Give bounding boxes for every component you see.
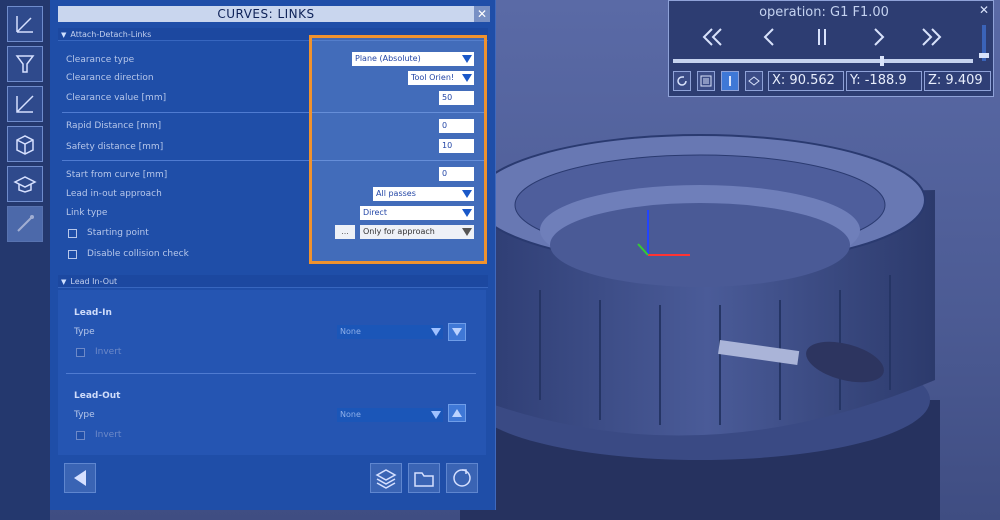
link-type-label: Link type <box>66 208 108 218</box>
rewind-icon[interactable] <box>699 25 725 49</box>
dropdown-value: Only for approach <box>363 227 435 236</box>
rapid-distance-label: Rapid Distance [mm] <box>66 121 162 131</box>
list-icon[interactable] <box>697 71 715 91</box>
lead-out-invert-checkbox[interactable] <box>76 431 85 440</box>
lead-approach-dropdown[interactable]: All passes <box>373 187 474 201</box>
collapse-up-button[interactable] <box>448 404 466 422</box>
lead-out-type-label: Type <box>74 410 95 420</box>
slider-thumb[interactable] <box>979 53 989 58</box>
chevron-down-icon: ▼ <box>61 31 67 39</box>
toolpath-icon[interactable] <box>7 86 43 122</box>
reset-icon[interactable] <box>673 71 691 91</box>
chevron-down-icon <box>462 74 472 82</box>
layers-icon[interactable] <box>370 463 402 493</box>
clearance-value-label: Clearance value [mm] <box>66 93 167 103</box>
safety-distance-label: Safety distance [mm] <box>66 142 164 152</box>
chevron-down-icon <box>462 228 472 236</box>
start-from-curve-field[interactable]: 0 <box>439 167 474 181</box>
clearance-direction-label: Clearance direction <box>66 73 154 83</box>
starting-point-checkbox[interactable] <box>68 229 77 238</box>
clearance-value-field[interactable]: 50 <box>439 91 474 105</box>
link-type-dropdown[interactable]: Direct <box>360 206 474 220</box>
links-icon[interactable] <box>7 206 43 242</box>
lead-in-title: Lead-In <box>74 308 112 318</box>
chevron-down-icon <box>431 328 441 336</box>
fast-forward-icon[interactable] <box>919 25 945 49</box>
expand-down-button[interactable] <box>448 323 466 341</box>
close-icon[interactable]: ✕ <box>979 3 989 17</box>
clearance-type-label: Clearance type <box>66 55 135 65</box>
lead-approach-label: Lead in-out approach <box>66 189 162 199</box>
tutorial-icon[interactable] <box>7 166 43 202</box>
left-toolbar <box>0 0 50 520</box>
chevron-down-icon <box>462 55 472 63</box>
z-coordinate: Z: 9.409 <box>924 71 991 91</box>
lead-out-type-dropdown[interactable]: None <box>337 408 443 422</box>
stock-icon[interactable] <box>7 126 43 162</box>
axes-icon[interactable] <box>7 6 43 42</box>
clearance-direction-dropdown[interactable]: Tool Orien! <box>408 71 474 85</box>
pause-icon[interactable] <box>812 25 832 49</box>
y-coordinate: Y: -188.9 <box>846 71 922 91</box>
tool-view-icon[interactable] <box>721 71 739 91</box>
step-forward-icon[interactable] <box>869 25 889 49</box>
dropdown-value: Plane (Absolute) <box>355 54 421 63</box>
dropdown-value: None <box>340 327 361 336</box>
start-from-curve-label: Start from curve [mm] <box>66 170 168 180</box>
playback-panel: operation: G1 F1.00 ✕ X: 90.562 Y: -188.… <box>668 0 994 97</box>
chevron-down-icon <box>462 190 472 198</box>
refresh-icon[interactable] <box>446 463 478 493</box>
chevron-down-icon <box>462 209 472 217</box>
stock-view-icon[interactable] <box>745 71 763 91</box>
divider <box>66 373 476 374</box>
progress-slider[interactable] <box>673 56 973 66</box>
operation-label: operation: G1 F1.00 <box>759 5 889 20</box>
folder-icon[interactable] <box>408 463 440 493</box>
starting-point-dropdown[interactable]: Only for approach <box>360 225 474 239</box>
section-title: Lead In-Out <box>70 277 118 286</box>
lead-in-type-dropdown[interactable]: None <box>337 325 443 339</box>
section-lead-in-out[interactable]: ▼ Lead In-Out <box>58 275 488 288</box>
dropdown-value: Direct <box>363 208 387 217</box>
chevron-down-icon: ▼ <box>61 278 67 286</box>
section-title: Attach-Detach-Links <box>70 30 152 39</box>
starting-point-pick-button[interactable]: ... <box>335 225 355 239</box>
close-icon[interactable]: ✕ <box>474 6 490 22</box>
panel-title: CURVES: LINKS <box>58 6 474 22</box>
step-back-icon[interactable] <box>759 25 779 49</box>
lead-in-type-label: Type <box>74 327 95 337</box>
x-coordinate: X: 90.562 <box>768 71 844 91</box>
lead-out-invert-label: Invert <box>95 430 122 440</box>
starting-point-label: Starting point <box>87 228 149 238</box>
safety-distance-field[interactable]: 10 <box>439 139 474 153</box>
speed-slider[interactable] <box>979 25 989 61</box>
rapid-distance-field[interactable]: 0 <box>439 119 474 133</box>
dropdown-value: All passes <box>376 189 416 198</box>
lead-in-invert-label: Invert <box>95 347 122 357</box>
slider-thumb[interactable] <box>880 56 885 66</box>
lead-out-title: Lead-Out <box>74 391 121 401</box>
disable-collision-checkbox[interactable] <box>68 250 77 259</box>
back-button[interactable] <box>64 463 96 493</box>
lead-in-invert-checkbox[interactable] <box>76 348 85 357</box>
chevron-down-icon <box>431 411 441 419</box>
clearance-type-dropdown[interactable]: Plane (Absolute) <box>352 52 474 66</box>
tool-icon[interactable] <box>7 46 43 82</box>
disable-collision-label: Disable collision check <box>87 249 189 259</box>
dropdown-value: None <box>340 410 361 419</box>
dropdown-value: Tool Orien! <box>411 73 455 82</box>
